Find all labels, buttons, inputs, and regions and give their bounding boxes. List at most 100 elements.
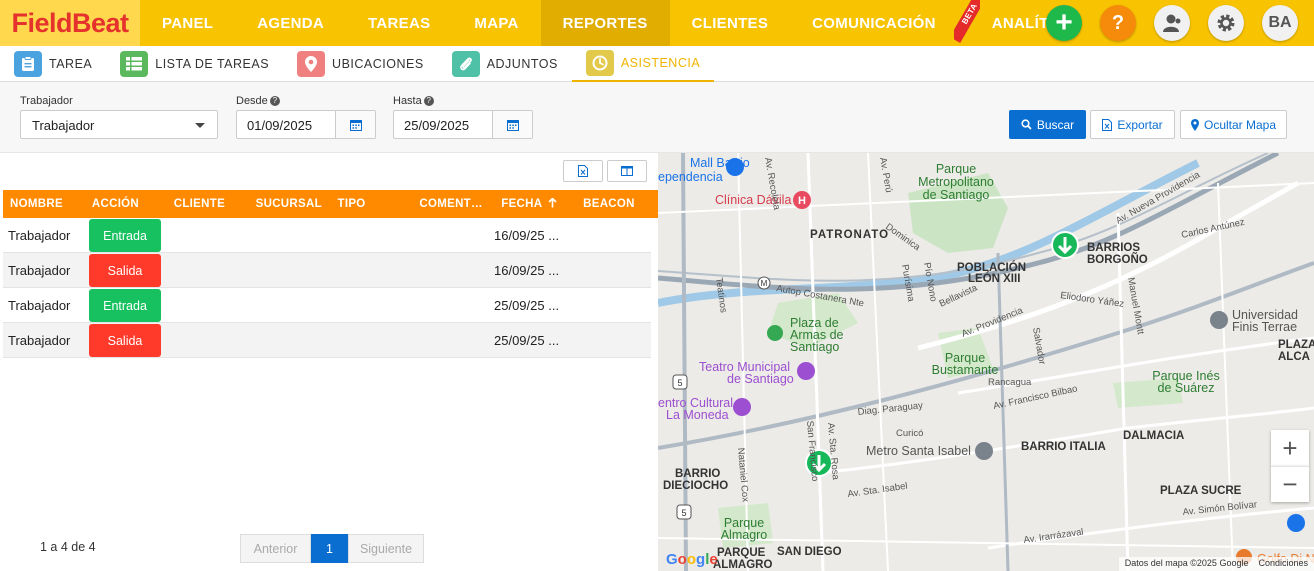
nav-actions: + ? BA [1046,5,1298,41]
zoom-in-button[interactable]: + [1271,430,1309,466]
route-5-label: 5 [681,508,686,518]
museum-poi-icon[interactable] [733,398,751,416]
theatre-poi-icon[interactable] [797,362,815,380]
label-parque-metro-3: de Santiago [923,188,990,202]
report-subtabs: TAREA LISTA DE TAREAS UBICACIONES ADJUNT… [0,46,1314,82]
park-tree-icon[interactable] [767,325,783,341]
label-parque-metro-2: Metropolitano [918,175,994,189]
terms-link[interactable]: Condiciones [1258,558,1308,570]
page-1-button[interactable]: 1 [311,534,348,563]
table-row[interactable]: Trabajador Salida 25/09/25 ... [3,323,651,358]
search-icon [1021,119,1032,130]
attendance-marker-entrada[interactable] [1051,231,1079,259]
location-pin-icon [297,51,326,77]
metro-station-icon[interactable] [975,442,993,460]
label-plaza-sucre: PLAZA SUCRE [1160,485,1242,497]
columns-toggle-button[interactable] [607,160,647,182]
hide-map-button[interactable]: Ocultar Mapa [1180,110,1287,139]
attribution-text: Datos del mapa ©2025 Google [1124,558,1249,568]
fieldbeat-logo[interactable]: Field Beat [0,0,140,46]
map-view[interactable]: 5 5 M H Mall Barrio ependencia Parque Me… [658,153,1314,571]
nav-mapa[interactable]: MAPA [452,0,540,46]
col-nombre[interactable]: NOMBRE [3,190,85,218]
help-circle-icon[interactable]: ? [269,96,280,106]
nav-tareas[interactable]: TAREAS [346,0,452,46]
table-row[interactable]: Trabajador Entrada 16/09/25 ... [3,218,651,253]
street-rancagua: Rancagua [988,377,1032,388]
road-san-francisco [806,153,825,571]
label-moneda: La Moneda [666,408,729,422]
subtab-tarea-label: TAREA [49,57,93,71]
col-comentario[interactable]: COMENT… [412,190,494,218]
zoom-out-button[interactable]: − [1271,466,1309,502]
beta-ribbon: BETA [953,0,980,46]
from-label: Desde? [236,95,280,107]
street-peru: Av. Perú [877,157,894,194]
settings-button[interactable] [1208,5,1244,41]
cell-name: Trabajador [8,262,71,278]
subtab-adjuntos-label: ADJUNTOS [486,57,558,71]
from-date-value[interactable]: 01/09/2025 [237,111,336,138]
search-button-label: Buscar [1036,117,1075,132]
cell-date: 16/09/25 ... [494,227,560,243]
subtab-tarea[interactable]: TAREA [0,46,106,82]
help-button[interactable]: ? [1100,5,1136,41]
user-avatar[interactable]: BA [1262,5,1298,41]
label-plaza-armas-3: Santiago [790,340,839,354]
clock-icon [585,50,614,76]
to-label-text: Hasta [393,95,422,107]
beta-label: BETA [953,0,980,43]
export-button[interactable]: Exportar [1090,110,1175,139]
col-cliente[interactable]: CLIENTE [167,190,249,218]
to-date-field[interactable]: 25/09/2025 [393,110,533,139]
subtab-asistencia[interactable]: ASISTENCIA [571,46,715,82]
prev-page-button[interactable]: Anterior [240,534,311,563]
label-san-diego: SAN DIEGO [777,546,842,558]
top-navbar: Field Beat PANEL AGENDA TAREAS MAPA REPOR… [0,0,1314,46]
nav-comunicacion[interactable]: COMUNICACIÓN [790,0,958,46]
worker-label: Trabajador [20,95,73,107]
col-tipo[interactable]: TIPO [331,190,413,218]
subtab-ubicaciones[interactable]: UBICACIONES [283,46,438,82]
question-icon: ? [1111,11,1125,34]
label-mall-2: ependencia [658,170,723,184]
worker-select[interactable]: Trabajador [20,110,218,139]
calendar-icon[interactable] [336,111,375,138]
cell-name: Trabajador [8,227,71,243]
search-button[interactable]: Buscar [1009,110,1086,139]
export-excel-table-button[interactable] [563,160,603,182]
label-parque-metro: Parque [936,162,976,176]
from-date-field[interactable]: 01/09/2025 [236,110,376,139]
nav-reportes[interactable]: REPORTES [540,0,670,46]
to-date-value[interactable]: 25/09/2025 [394,111,493,138]
label-teatro-2: de Santiago [727,372,794,386]
table-header: NOMBRE ACCIÓN CLIENTE SUCURSAL TIPO COME… [3,190,658,218]
file-excel-icon [1102,118,1113,131]
subtab-adjuntos[interactable]: ADJUNTOS [438,46,572,82]
label-plaza-alc-2: ALCA [1278,351,1310,363]
shop-poi-icon[interactable] [1287,514,1305,532]
help-circle-icon[interactable]: ? [423,96,434,106]
nav-clientes[interactable]: CLIENTES [670,0,791,46]
nav-agenda[interactable]: AGENDA [235,0,346,46]
col-fecha[interactable]: FECHA [494,190,576,218]
users-button[interactable] [1154,5,1190,41]
col-sucursal[interactable]: SUCURSAL [249,190,331,218]
nav-panel[interactable]: PANEL [140,0,235,46]
label-poblacion-2: LEÓN XIII [968,272,1020,285]
plus-icon: + [1055,6,1073,39]
label-dalmacia: DALMACIA [1123,430,1184,442]
col-accion[interactable]: ACCIÓN [85,190,167,218]
add-button[interactable]: + [1046,5,1082,41]
map-canvas: 5 5 M H Mall Barrio ependencia Parque Me… [658,153,1314,571]
road-vicuna [996,252,1010,571]
street-curico: Curicó [896,428,923,439]
col-beacon[interactable]: BEACON [576,190,658,218]
table-row[interactable]: Trabajador Entrada 25/09/25 ... [3,288,651,323]
next-page-button[interactable]: Siguiente [348,534,424,563]
users-icon [1163,14,1181,32]
table-row[interactable]: Trabajador Salida 16/09/25 ... [3,253,651,288]
university-poi-icon[interactable] [1210,311,1228,329]
calendar-icon[interactable] [493,111,532,138]
subtab-lista-tareas[interactable]: LISTA DE TAREAS [106,46,283,82]
